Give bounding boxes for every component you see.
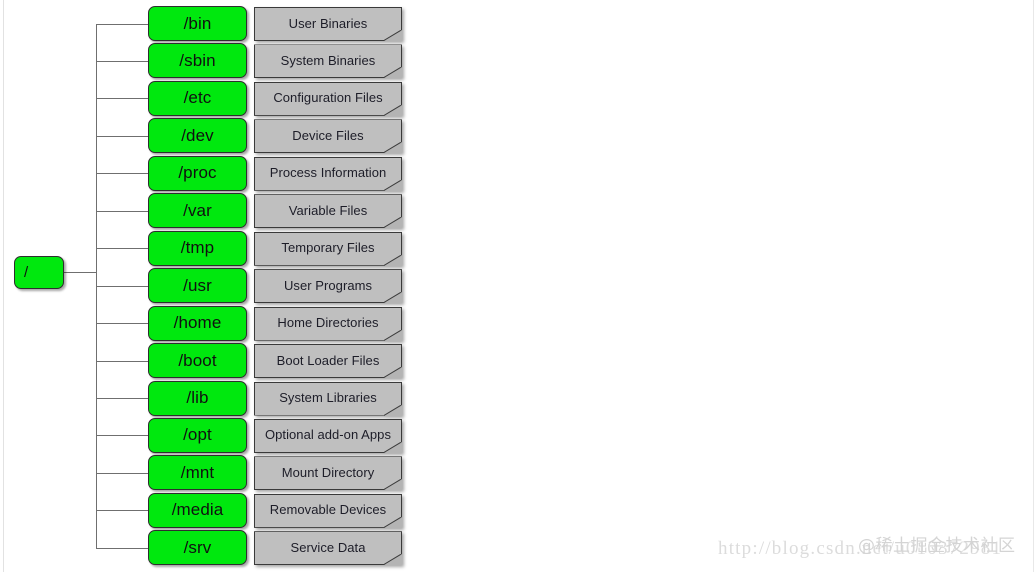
tree-branch-line [96, 173, 148, 174]
directory-description-note[interactable]: System Binaries [254, 44, 402, 79]
tree-branch-line [96, 211, 148, 212]
directory-node-label: /srv [183, 537, 212, 557]
directory-description-note[interactable]: Service Data [254, 531, 402, 566]
directory-node-label: /dev [181, 125, 214, 145]
directory-node-label: /var [183, 200, 212, 220]
tree-branch-line [96, 548, 148, 549]
directory-description-label: Mount Directory [281, 464, 375, 480]
tree-branch-line [96, 473, 148, 474]
directory-node[interactable]: /var [148, 193, 247, 229]
directory-node-label: /mnt [180, 462, 215, 482]
tree-branch-line [96, 361, 148, 362]
directory-node[interactable]: /bin [148, 6, 247, 41]
directory-description-note[interactable]: Boot Loader Files [254, 344, 402, 379]
directory-description-label: System Libraries [279, 390, 377, 405]
directory-node-label: /tmp [180, 238, 215, 258]
directory-description-note[interactable]: Variable Files [254, 194, 402, 229]
diagram-canvas: / /bin User Binaries/sbin System Binaries /… [0, 0, 1036, 572]
tree-branch-line [96, 323, 148, 324]
tree-branch-line [96, 398, 148, 399]
page-edge-right [1033, 0, 1034, 572]
directory-node-label: /proc [178, 163, 217, 183]
directory-node[interactable]: /etc [148, 80, 247, 116]
directory-node-label: /bin [183, 13, 212, 33]
directory-description-label: User Programs [283, 277, 373, 293]
directory-description-label: Temporary Files [281, 240, 375, 256]
tree-branch-line [96, 136, 148, 137]
directory-description-label: Removable Devices [269, 502, 387, 518]
directory-description-label: Home Directories [277, 315, 379, 331]
tree-branch-line [96, 24, 148, 25]
directory-node[interactable]: /home [148, 305, 247, 341]
directory-node[interactable]: /usr [148, 268, 247, 304]
tree-branch-line [96, 435, 148, 436]
directory-description-note[interactable]: Temporary Files [254, 231, 402, 266]
directory-node-label: /boot [178, 350, 217, 370]
directory-description-note[interactable]: System Libraries [254, 381, 402, 416]
directory-node-label: /etc [183, 88, 212, 108]
watermark-brand: @稀土掘金技术社区 [858, 536, 1016, 556]
directory-description-note[interactable]: Device Files [254, 119, 402, 154]
directory-description-label: Configuration Files [273, 90, 383, 106]
directory-node-label: /lib [186, 388, 209, 407]
directory-node[interactable]: /dev [148, 118, 247, 154]
tree-branch-line [96, 286, 148, 287]
directory-description-label: Optional add-on Apps [264, 427, 392, 443]
directory-node[interactable]: /sbin [148, 43, 247, 79]
directory-description-note[interactable]: Optional add-on Apps [254, 418, 402, 453]
directory-description-label: System Binaries [280, 52, 376, 68]
directory-description-note[interactable]: Mount Directory [254, 456, 402, 491]
directory-node[interactable]: /media [148, 492, 247, 528]
page-edge-left [3, 0, 4, 572]
tree-branch-line [96, 510, 148, 511]
directory-description-note[interactable]: User Programs [254, 269, 402, 304]
tree-branch-line [96, 98, 148, 99]
directory-node[interactable]: /proc [148, 155, 247, 191]
directory-description-note[interactable]: Home Directories [254, 306, 402, 341]
directory-description-label: Device Files [292, 127, 364, 143]
directory-node[interactable]: /tmp [148, 230, 247, 266]
tree-branch-line [96, 248, 148, 249]
directory-description-note[interactable]: Configuration Files [254, 81, 402, 116]
root-node[interactable]: / [14, 256, 64, 289]
directory-description-note[interactable]: User Binaries [254, 7, 402, 41]
directory-node[interactable]: /boot [148, 343, 247, 379]
directory-node[interactable]: /lib [148, 380, 247, 416]
directory-node-label: /home [173, 313, 222, 333]
directory-description-note[interactable]: Process Information [254, 156, 402, 191]
directory-description-label: Boot Loader Files [276, 352, 380, 368]
tree-trunk-line [96, 24, 97, 548]
directory-description-label: Process Information [269, 165, 387, 181]
directory-node[interactable]: /srv [148, 530, 247, 566]
directory-node-label: /sbin [179, 50, 216, 70]
directory-description-label: Variable Files [288, 202, 368, 218]
tree-branch-line [96, 61, 148, 62]
root-node-label: / [24, 264, 29, 281]
directory-node[interactable]: /mnt [148, 455, 247, 491]
directory-description-label: User Binaries [288, 15, 368, 31]
directory-node-label: /usr [183, 275, 212, 295]
directory-description-label: Service Data [290, 539, 366, 555]
directory-node[interactable]: /opt [148, 417, 247, 453]
directory-description-note[interactable]: Removable Devices [254, 493, 402, 528]
root-connector-line [64, 272, 97, 273]
directory-node-label: /opt [183, 425, 212, 445]
directory-node-label: /media [171, 500, 224, 520]
